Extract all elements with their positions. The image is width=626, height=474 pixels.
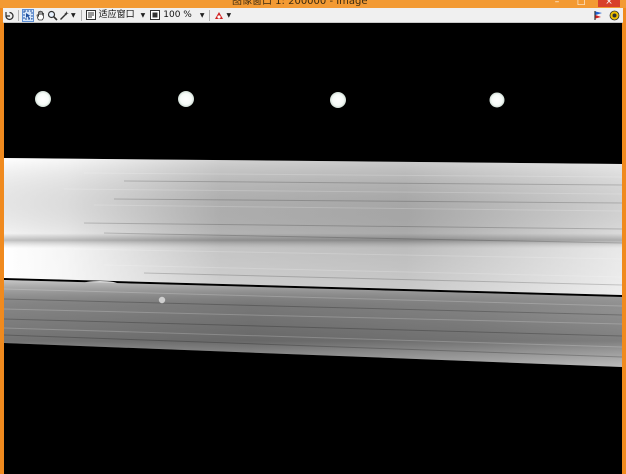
close-button[interactable]: × — [598, 0, 620, 7]
flag-icon — [593, 10, 602, 20]
pan-tool-button[interactable] — [34, 9, 46, 22]
sprocket-hole — [330, 92, 346, 108]
color-dropdown-arrow[interactable]: ▼ — [226, 12, 231, 19]
fit-dropdown-arrow[interactable]: ▼ — [141, 12, 146, 19]
sprocket-hole — [489, 92, 505, 108]
surface-defect — [158, 296, 166, 304]
toolbar-separator — [80, 9, 82, 21]
hand-icon — [36, 10, 44, 20]
window-controls: – □ × — [550, 0, 620, 7]
toolbar: ▼ 适应窗口 ▼ 100 % ▼ ▼ — [3, 8, 623, 23]
fit-window-label: 适应窗口 — [98, 9, 135, 20]
sprocket-hole — [178, 91, 194, 107]
color-tool-icon — [215, 11, 224, 19]
undo-icon — [4, 11, 14, 20]
measure-tool-button[interactable] — [58, 9, 70, 22]
zoom-level-value[interactable]: 100 % — [163, 10, 192, 21]
maximize-button[interactable]: □ — [574, 0, 588, 7]
select-icon — [23, 10, 33, 20]
image-window: 图像窗口 1: 200000 - Image – □ × ▼ 适应窗口 ▼ 10… — [0, 0, 626, 474]
minimize-button[interactable]: – — [550, 0, 564, 7]
inspection-image — [4, 23, 622, 474]
flag-button[interactable] — [592, 9, 604, 22]
undo-button[interactable] — [3, 9, 15, 22]
wand-icon — [59, 10, 69, 20]
window-title: 图像窗口 1: 200000 - Image — [232, 0, 368, 7]
fit-window-icon — [85, 10, 96, 20]
title-bar[interactable]: 图像窗口 1: 200000 - Image – □ × — [0, 0, 626, 8]
zoom-tool-button[interactable] — [46, 9, 58, 22]
zoom-level-icon — [150, 10, 161, 20]
toolbar-separator — [209, 9, 211, 21]
sprocket-hole — [35, 91, 51, 107]
toolbar-right-group — [592, 9, 623, 22]
toolbar-separator — [18, 9, 19, 21]
strip-upper — [4, 158, 622, 295]
tool-dropdown-arrow[interactable]: ▼ — [71, 12, 76, 19]
zoom-dropdown-arrow[interactable]: ▼ — [200, 12, 205, 19]
image-canvas[interactable] — [4, 23, 622, 474]
select-tool-button[interactable] — [22, 8, 34, 22]
color-tool-button[interactable] — [213, 9, 225, 22]
camera-button[interactable] — [608, 9, 620, 22]
zoom-level-button[interactable] — [149, 9, 161, 22]
fit-window-button[interactable] — [85, 9, 97, 22]
camera-icon — [609, 10, 619, 20]
magnifier-icon — [47, 10, 58, 21]
